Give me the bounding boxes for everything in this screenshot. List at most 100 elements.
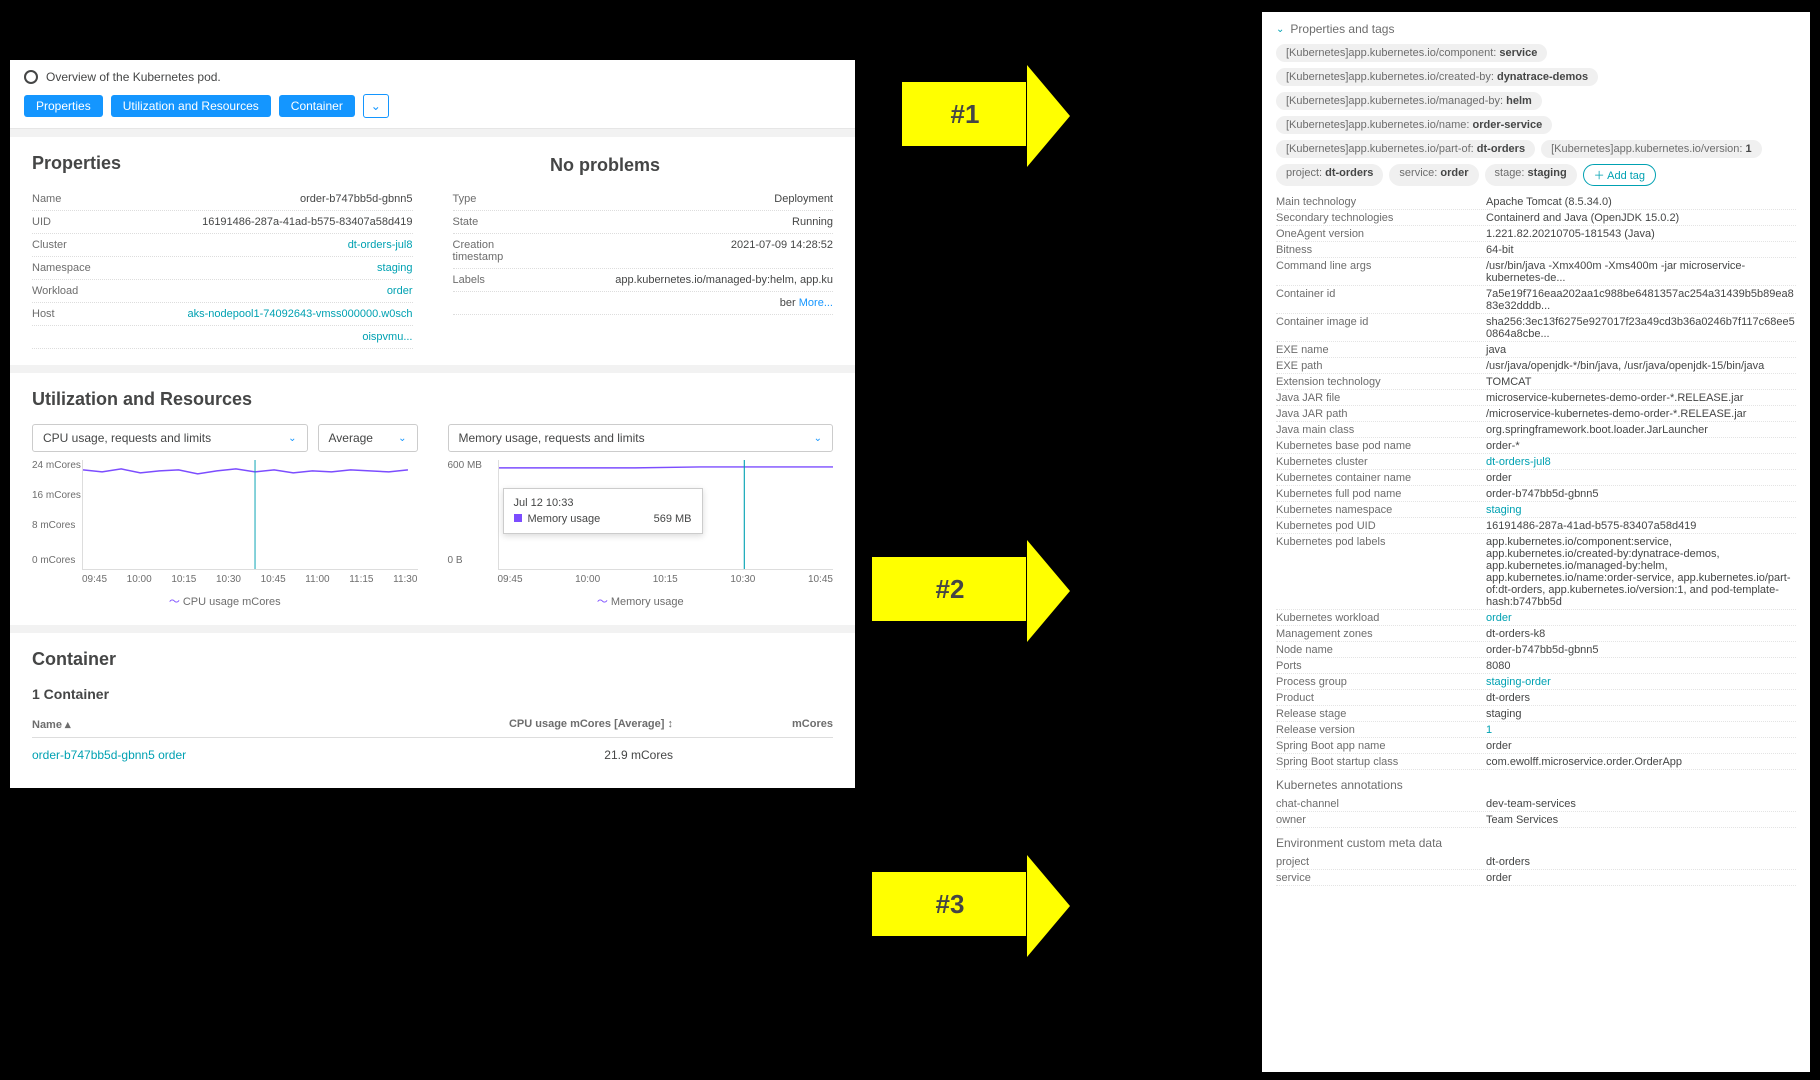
add-tag-button[interactable]: ＋ Add tag: [1583, 164, 1656, 186]
chevron-down-icon: ⌄: [1276, 24, 1284, 35]
prop-label: UID: [32, 216, 122, 228]
prop-label: Name: [32, 193, 122, 205]
memory-chart: Memory usage, requests and limits⌄ 600 M…: [448, 424, 834, 609]
prop-label: Type: [453, 193, 543, 205]
detail-row: Kubernetes workloadorder: [1276, 610, 1796, 626]
tag-chip[interactable]: [Kubernetes]app.kubernetes.io/managed-by…: [1276, 92, 1542, 110]
prop-value[interactable]: order: [122, 285, 413, 297]
tab-more-dropdown[interactable]: ⌄: [363, 94, 389, 118]
cpu-legend: 〜CPU usage mCores: [32, 593, 418, 609]
detail-value: /usr/java/openjdk-*/bin/java, /usr/java/…: [1486, 360, 1796, 372]
detail-label: Kubernetes namespace: [1276, 504, 1486, 516]
mem-chart-area[interactable]: Jul 12 10:33 Memory usage 569 MB: [498, 460, 834, 570]
xtick: 10:15: [171, 574, 196, 585]
detail-label: Release version: [1276, 724, 1486, 736]
detail-value: 8080: [1486, 660, 1796, 672]
detail-value: /microservice-kubernetes-demo-order-*.RE…: [1486, 408, 1796, 420]
detail-label: Main technology: [1276, 196, 1486, 208]
chart-tooltip: Jul 12 10:33 Memory usage 569 MB: [503, 488, 703, 534]
detail-row: Java JAR path/microservice-kubernetes-de…: [1276, 406, 1796, 422]
prop-value[interactable]: aks-nodepool1-74092643-vmss000000.w0sch: [122, 308, 413, 320]
prop-value: ber More...: [543, 297, 834, 309]
detail-label: EXE name: [1276, 344, 1486, 356]
detail-label: Bitness: [1276, 244, 1486, 256]
detail-value: org.springframework.boot.loader.JarLaunc…: [1486, 424, 1796, 436]
line-swatch-icon: 〜: [169, 593, 179, 609]
detail-row: Container id7a5e19f716eaa202aa1c988be648…: [1276, 286, 1796, 314]
tooltip-time: Jul 12 10:33: [514, 497, 692, 509]
prop-value[interactable]: staging: [122, 262, 413, 274]
prop-row: Labelsapp.kubernetes.io/managed-by:helm,…: [453, 269, 834, 292]
detail-value: Containerd and Java (OpenJDK 15.0.2): [1486, 212, 1796, 224]
prop-value[interactable]: oispvmu...: [122, 331, 413, 343]
detail-value: order: [1486, 472, 1796, 484]
prop-row: Clusterdt-orders-jul8: [32, 234, 413, 257]
container-count: 1 Container: [32, 686, 833, 702]
detail-value[interactable]: dt-orders-jul8: [1486, 456, 1796, 468]
xtick: 10:00: [575, 574, 600, 585]
prop-label: Labels: [453, 274, 543, 286]
col-cpu[interactable]: CPU usage mCores [Average] ↕: [473, 718, 673, 731]
detail-value: dt-orders: [1486, 856, 1796, 868]
detail-value[interactable]: staging: [1486, 504, 1796, 516]
detail-value: dt-orders-k8: [1486, 628, 1796, 640]
detail-value[interactable]: staging-order: [1486, 676, 1796, 688]
cpu-agg-select[interactable]: Average⌄: [318, 424, 418, 452]
col-name[interactable]: Name ▴: [32, 718, 473, 731]
prop-row: Nameorder-b747bb5d-gbnn5: [32, 188, 413, 211]
properties-col-right: TypeDeploymentStateRunningCreation times…: [453, 188, 834, 349]
tag-chip[interactable]: project: dt-orders: [1276, 164, 1383, 186]
annotation-arrow-1: #1: [900, 80, 1030, 148]
prop-row: StateRunning: [453, 211, 834, 234]
mem-metric-select[interactable]: Memory usage, requests and limits⌄: [448, 424, 834, 452]
detail-value: dev-team-services: [1486, 798, 1796, 810]
detail-value: order-b747bb5d-gbnn5: [1486, 488, 1796, 500]
envmeta-heading: Environment custom meta data: [1276, 836, 1796, 850]
properties-tags-toggle[interactable]: ⌄ Properties and tags: [1276, 22, 1796, 36]
tab-container[interactable]: Container: [279, 95, 355, 117]
detail-value: 64-bit: [1486, 244, 1796, 256]
detail-label: Container id: [1276, 288, 1486, 312]
cpu-metric-select[interactable]: CPU usage, requests and limits⌄: [32, 424, 308, 452]
detail-value: 1.221.82.20210705-181543 (Java): [1486, 228, 1796, 240]
container-cpu: 21.9 mCores: [473, 748, 673, 762]
tag-chip[interactable]: stage: staging: [1485, 164, 1577, 186]
tab-row: Properties Utilization and Resources Con…: [24, 94, 841, 118]
utilization-heading: Utilization and Resources: [32, 389, 833, 410]
tag-chip[interactable]: [Kubernetes]app.kubernetes.io/created-by…: [1276, 68, 1598, 86]
more-link[interactable]: More...: [796, 297, 833, 309]
cpu-chart-area[interactable]: [82, 460, 418, 570]
detail-label: owner: [1276, 814, 1486, 826]
tag-chip[interactable]: [Kubernetes]app.kubernetes.io/part-of: d…: [1276, 140, 1535, 158]
detail-value[interactable]: 1: [1486, 724, 1796, 736]
detail-value: com.ewolff.microservice.order.OrderApp: [1486, 756, 1796, 768]
ytick: 24 mCores: [32, 460, 81, 471]
detail-label: EXE path: [1276, 360, 1486, 372]
detail-row: projectdt-orders: [1276, 854, 1796, 870]
detail-row: Kubernetes namespacestaging: [1276, 502, 1796, 518]
detail-value: Apache Tomcat (8.5.34.0): [1486, 196, 1796, 208]
prop-label: [453, 297, 543, 309]
tag-chip[interactable]: [Kubernetes]app.kubernetes.io/version: 1: [1541, 140, 1762, 158]
detail-row: Productdt-orders: [1276, 690, 1796, 706]
col-mem[interactable]: mCores: [673, 718, 833, 731]
detail-label: Node name: [1276, 644, 1486, 656]
annotations-heading: Kubernetes annotations: [1276, 778, 1796, 792]
detail-label: Kubernetes workload: [1276, 612, 1486, 624]
detail-label: project: [1276, 856, 1486, 868]
container-name-link[interactable]: order-b747bb5d-gbnn5 order: [32, 748, 473, 762]
tag-chip[interactable]: service: order: [1389, 164, 1478, 186]
detail-value[interactable]: order: [1486, 612, 1796, 624]
detail-row: Spring Boot startup classcom.ewolff.micr…: [1276, 754, 1796, 770]
tag-chip[interactable]: [Kubernetes]app.kubernetes.io/component:…: [1276, 44, 1547, 62]
tab-properties[interactable]: Properties: [24, 95, 103, 117]
tag-chip[interactable]: [Kubernetes]app.kubernetes.io/name: orde…: [1276, 116, 1552, 134]
table-row[interactable]: order-b747bb5d-gbnn5 order 21.9 mCores: [32, 738, 833, 772]
ytick: 0 B: [448, 555, 463, 566]
tab-utilization[interactable]: Utilization and Resources: [111, 95, 271, 117]
detail-value: Team Services: [1486, 814, 1796, 826]
annotation-arrow-3: #3: [870, 870, 1030, 938]
ytick: 8 mCores: [32, 520, 75, 531]
prop-value[interactable]: dt-orders-jul8: [122, 239, 413, 251]
detail-row: Command line args/usr/bin/java -Xmx400m …: [1276, 258, 1796, 286]
